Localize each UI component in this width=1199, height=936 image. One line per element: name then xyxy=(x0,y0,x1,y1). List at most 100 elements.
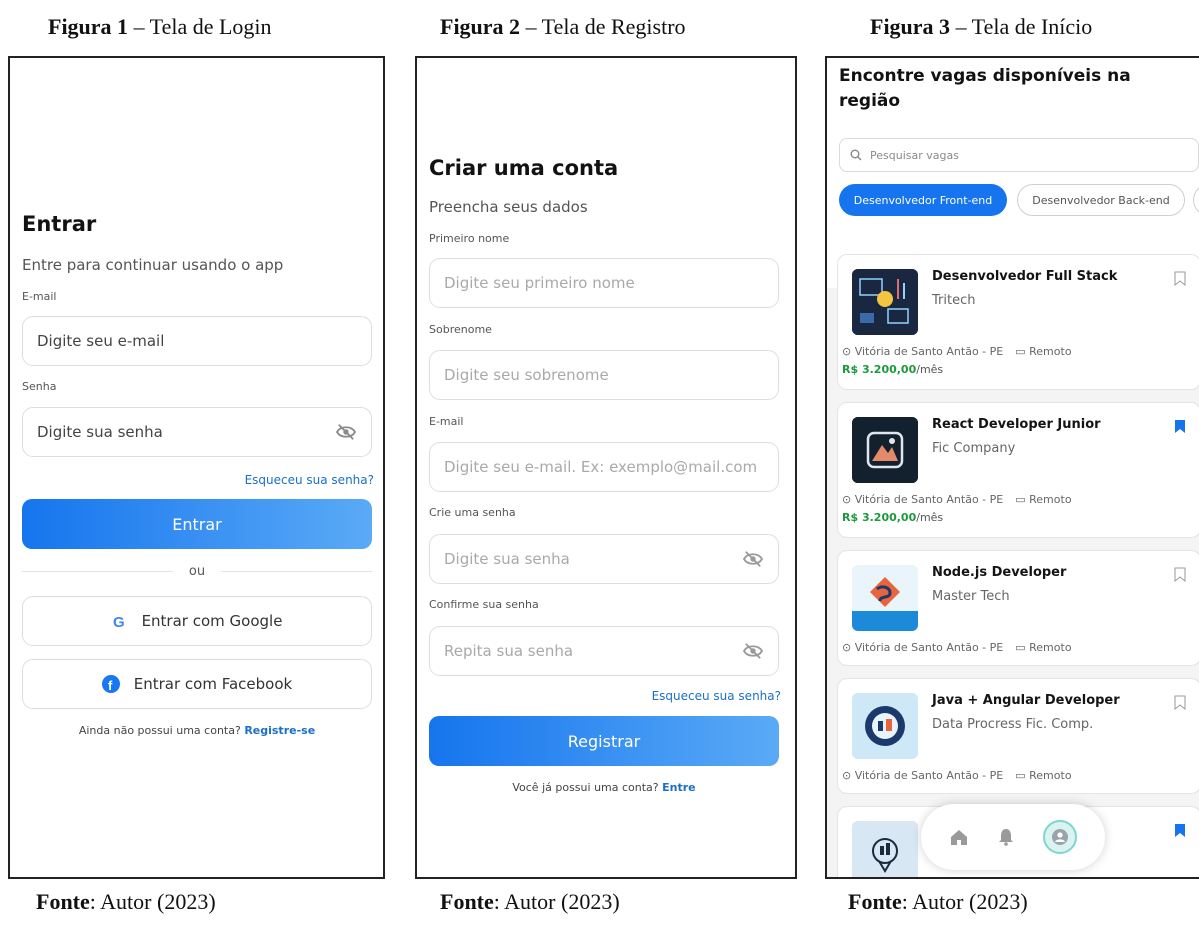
last-name-field[interactable]: Digite seu sobrenome xyxy=(429,350,779,400)
figure-2-source: Fonte: Autor (2023) xyxy=(440,889,620,915)
confirm-password-field[interactable]: Repita sua senha xyxy=(429,626,779,676)
work-mode-text: Remoto xyxy=(1029,493,1072,506)
facebook-login-button[interactable]: f Entrar com Facebook xyxy=(22,659,372,709)
forgot-password-link[interactable]: Esqueceu sua senha? xyxy=(22,473,374,487)
bookmark-icon[interactable] xyxy=(1174,695,1186,710)
source-label: Fonte xyxy=(36,889,90,914)
bookmark-icon[interactable] xyxy=(1174,567,1186,582)
figure-1-caption-text: – Tela de Login xyxy=(128,14,272,39)
register-email-field[interactable]: Digite seu e-mail. Ex: exemplo@mail.com xyxy=(429,442,779,492)
location: ⊙ Vitória de Santo Antão - PE xyxy=(842,345,1003,358)
register-link[interactable]: Registre-se xyxy=(244,724,315,737)
login-prompt-text: Você já possui uma conta? xyxy=(512,781,659,794)
company-logo xyxy=(852,821,918,877)
email-field[interactable]: Digite seu e-mail xyxy=(22,316,372,366)
salary-value: R$ 3.200,00 xyxy=(842,511,917,524)
register-button[interactable]: Registrar xyxy=(429,716,779,766)
location-pin-icon: ⊙ xyxy=(842,641,852,654)
avatar-icon xyxy=(1051,829,1068,845)
eye-off-icon[interactable] xyxy=(742,550,764,568)
location: ⊙ Vitória de Santo Antão - PE xyxy=(842,769,1003,782)
briefcase-icon: ▭ xyxy=(1015,493,1026,506)
work-mode: ▭ Remoto xyxy=(1015,493,1071,506)
home-title-line-2: região xyxy=(839,91,901,111)
location-text: Vitória de Santo Antão - PE xyxy=(854,493,1004,506)
company-logo xyxy=(852,693,918,759)
chip-backend[interactable]: Desenvolvedor Back-end xyxy=(1017,184,1185,216)
bookmark-icon[interactable] xyxy=(1174,271,1186,286)
create-password-field[interactable]: Digite sua senha xyxy=(429,534,779,584)
location-pin-icon: ⊙ xyxy=(842,493,852,506)
chip-more[interactable] xyxy=(1193,184,1199,216)
confirm-password-label: Confirme sua senha xyxy=(429,598,539,611)
work-mode-text: Remoto xyxy=(1029,769,1072,782)
password-label: Senha xyxy=(22,380,57,393)
svg-text:G: G xyxy=(113,614,125,629)
briefcase-icon: ▭ xyxy=(1015,769,1026,782)
salary-unit: /mês xyxy=(916,511,944,524)
figure-2-caption-text: – Tela de Registro xyxy=(520,14,686,39)
data-procress-logo-icon xyxy=(852,693,918,759)
home-title-line-1: Encontre vagas disponíveis na xyxy=(839,66,1131,86)
job-meta: ⊙ Vitória de Santo Antão - PE ▭ Remoto xyxy=(842,493,1072,506)
briefcase-icon: ▭ xyxy=(1015,641,1026,654)
facebook-login-label: Entrar com Facebook xyxy=(133,675,293,693)
work-mode: ▭ Remoto xyxy=(1015,769,1071,782)
job-card[interactable]: Node.js Developer Master Tech ⊙ Vitória … xyxy=(837,550,1199,666)
login-screen: Entrar Entre para continuar usando o app… xyxy=(8,56,385,879)
source-text: : Autor (2023) xyxy=(493,889,620,914)
eye-off-icon[interactable] xyxy=(335,423,357,441)
source-label: Fonte xyxy=(440,889,494,914)
work-mode-text: Remoto xyxy=(1029,641,1072,654)
bookmark-filled-icon[interactable] xyxy=(1174,419,1186,434)
home-title: Encontre vagas disponíveis na região xyxy=(839,64,1131,114)
salary: R$ 3.200,00/mês xyxy=(842,363,943,376)
chip-frontend[interactable]: Desenvolvedor Front-end xyxy=(839,184,1007,216)
figure-3-caption-text: – Tela de Início xyxy=(950,14,1093,39)
company-logo xyxy=(852,417,918,483)
location: ⊙ Vitória de Santo Antão - PE xyxy=(842,641,1003,654)
google-login-button[interactable]: G Entrar com Google xyxy=(22,596,372,646)
eye-off-icon[interactable] xyxy=(742,642,764,660)
register-prompt: Ainda não possui uma conta? Registre-se xyxy=(22,724,372,737)
job-card[interactable]: Java + Angular Developer Data Procress F… xyxy=(837,678,1199,794)
job-card[interactable]: React Developer Junior Fic Company ⊙ Vit… xyxy=(837,402,1199,538)
salary: R$ 3.200,00/mês xyxy=(842,511,943,524)
login-button[interactable]: Entrar xyxy=(22,499,372,549)
password-placeholder: Digite sua senha xyxy=(37,423,163,441)
home-icon[interactable] xyxy=(949,828,969,846)
register-prompt-text: Ainda não possui uma conta? xyxy=(78,724,241,737)
bell-icon[interactable] xyxy=(998,828,1014,846)
work-mode-text: Remoto xyxy=(1029,345,1072,358)
login-link[interactable]: Entre xyxy=(662,781,696,794)
google-icon: G xyxy=(113,614,125,629)
job-meta: ⊙ Vitória de Santo Antão - PE ▭ Remoto xyxy=(842,345,1072,358)
email-placeholder: Digite seu e-mail xyxy=(37,332,165,350)
email-label: E-mail xyxy=(22,290,57,303)
google-login-label: Entrar com Google xyxy=(141,612,283,630)
create-password-placeholder: Digite sua senha xyxy=(444,550,570,568)
search-input[interactable]: Pesquisar vagas xyxy=(839,138,1199,172)
figure-2-caption: Figura 2 – Tela de Registro xyxy=(440,14,686,40)
work-mode: ▭ Remoto xyxy=(1015,641,1071,654)
search-placeholder: Pesquisar vagas xyxy=(870,148,959,162)
password-field[interactable]: Digite sua senha xyxy=(22,407,372,457)
bottom-nav xyxy=(921,804,1105,870)
job-title: Java + Angular Developer xyxy=(932,693,1120,708)
last-name-placeholder: Digite seu sobrenome xyxy=(444,366,609,384)
create-password-label: Crie uma senha xyxy=(429,506,516,519)
first-name-placeholder: Digite seu primeiro nome xyxy=(444,274,635,292)
master-tech-logo-icon xyxy=(852,565,918,631)
salary-value: R$ 3.200,00 xyxy=(842,363,917,376)
register-forgot-password-link[interactable]: Esqueceu sua senha? xyxy=(429,689,781,703)
fic-company-logo-icon xyxy=(852,417,918,483)
profile-icon[interactable] xyxy=(1042,820,1077,854)
bookmark-filled-icon[interactable] xyxy=(1174,823,1186,838)
job-card[interactable]: Desenvolvedor Full Stack Tritech ⊙ Vitór… xyxy=(837,254,1199,390)
first-name-field[interactable]: Digite seu primeiro nome xyxy=(429,258,779,308)
last-name-label: Sobrenome xyxy=(429,323,492,336)
company-name: Data Procress Fic. Comp. xyxy=(932,717,1094,732)
register-email-placeholder: Digite seu e-mail. Ex: exemplo@mail.com xyxy=(444,458,758,476)
source-text: : Autor (2023) xyxy=(89,889,216,914)
divider-line xyxy=(22,571,173,572)
